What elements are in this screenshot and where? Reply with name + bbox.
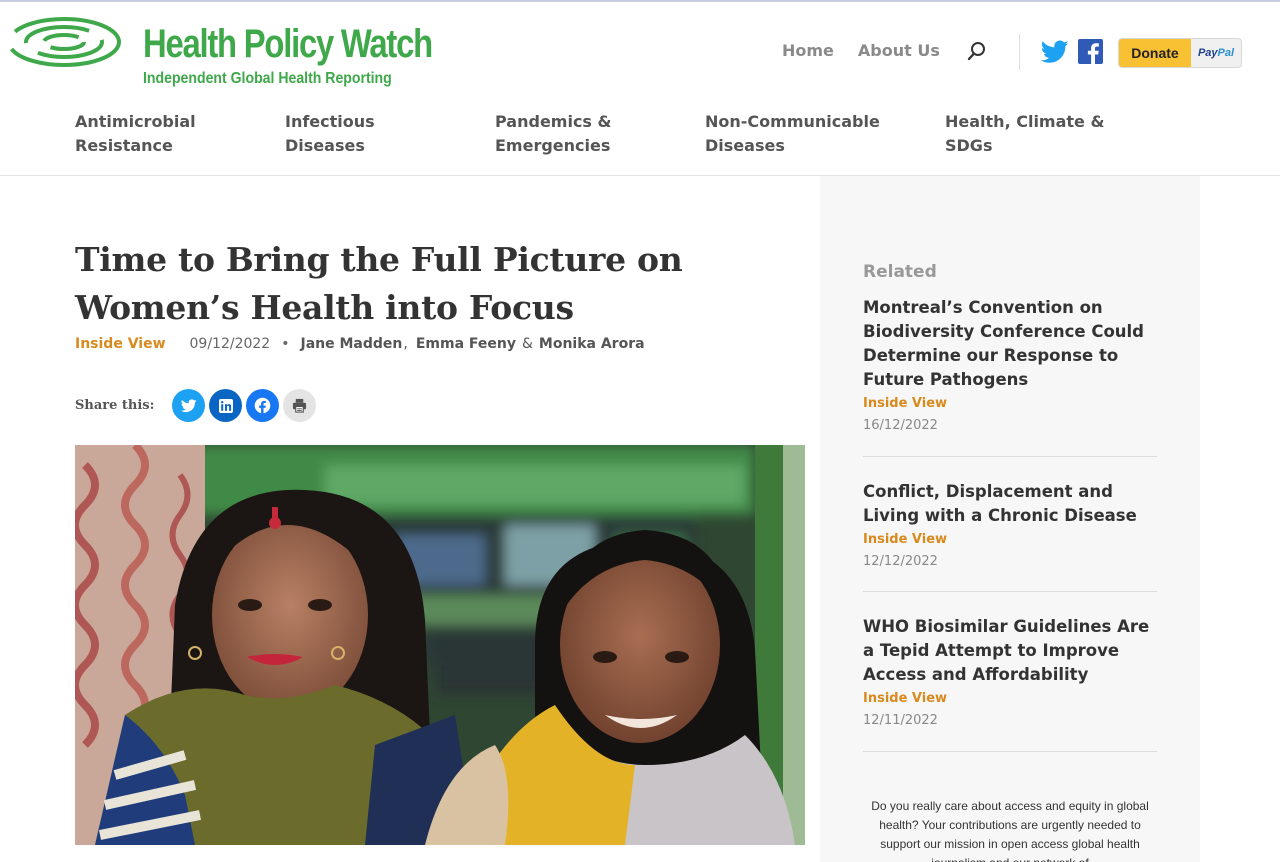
related-article-title-link[interactable]: Montreal’s Convention on Biodiversity Co…	[863, 296, 1157, 392]
article-date: 09/12/2022	[189, 336, 271, 352]
meta-separator-dot: •	[281, 336, 290, 352]
top-nav: Home About Us	[782, 40, 940, 62]
share-label: Share this:	[75, 398, 155, 413]
author-link[interactable]: Monika Arora	[539, 335, 645, 353]
category-health-climate-sdgs[interactable]: Health, Climate & SDGs	[945, 110, 1115, 158]
linkedin-icon	[218, 398, 233, 413]
facebook-icon[interactable]	[1078, 39, 1103, 64]
category-non-communicable-diseases[interactable]: Non-Communicable Diseases	[705, 110, 905, 158]
logo-icon[interactable]	[6, 14, 122, 70]
share-bar: Share this:	[75, 389, 320, 422]
nav-about-link[interactable]: About Us	[858, 40, 940, 62]
site-title[interactable]: Health Policy Watch	[143, 20, 433, 68]
share-linkedin-button[interactable]	[209, 389, 243, 422]
category-nav: Antimicrobial Resistance Infectious Dise…	[0, 110, 1280, 176]
facebook-icon	[255, 397, 271, 414]
donation-appeal-text: Do you really care about access and equi…	[871, 799, 1149, 862]
related-article: Montreal’s Convention on Biodiversity Co…	[863, 296, 1157, 435]
author-link[interactable]: Jane Madden	[300, 335, 402, 353]
related-article-date: 12/11/2022	[863, 713, 938, 728]
related-article-title-link[interactable]: Conflict, Displacement and Living with a…	[863, 480, 1157, 528]
author-separator: ,	[403, 336, 408, 352]
related-article-category-link[interactable]: Inside View	[863, 531, 1157, 549]
header-divider	[1019, 34, 1020, 70]
site-tagline: Independent Global Health Reporting	[143, 70, 392, 87]
donate-label: Donate	[1119, 39, 1191, 67]
related-article: Conflict, Displacement and Living with a…	[863, 480, 1157, 571]
related-article-date: 12/12/2022	[863, 554, 938, 569]
paypal-logo: Pay Pal	[1197, 47, 1235, 59]
search-icon[interactable]	[966, 40, 988, 62]
browser-top-line	[0, 0, 1280, 2]
share-twitter-button[interactable]	[172, 389, 206, 422]
share-facebook-button[interactable]	[246, 389, 280, 422]
related-article-title-link[interactable]: WHO Biosimilar Guidelines Are a Tepid At…	[863, 615, 1157, 687]
related-divider	[863, 751, 1157, 752]
author-separator: &	[521, 336, 533, 352]
related-article: WHO Biosimilar Guidelines Are a Tepid At…	[863, 615, 1157, 730]
donate-paypal-button[interactable]: Donate Pay Pal	[1118, 38, 1242, 68]
article-meta: Inside View 09/12/2022 • Jane Madden , E…	[75, 335, 645, 353]
twitter-icon[interactable]	[1041, 40, 1069, 64]
twitter-icon	[180, 398, 197, 412]
related-article-category-link[interactable]: Inside View	[863, 395, 1157, 413]
printer-icon	[293, 398, 307, 413]
related-article-date: 16/12/2022	[863, 418, 938, 433]
related-article-category-link[interactable]: Inside View	[863, 690, 1157, 708]
category-antimicrobial-resistance[interactable]: Antimicrobial Resistance	[75, 110, 275, 158]
author-link[interactable]: Emma Feeny	[416, 335, 516, 353]
article-category-link[interactable]: Inside View	[75, 335, 166, 353]
category-pandemics-emergencies[interactable]: Pandemics & Emergencies	[495, 110, 645, 158]
related-heading: Related	[863, 262, 937, 282]
related-divider	[863, 591, 1157, 592]
related-divider	[863, 456, 1157, 457]
article-title: Time to Bring the Full Picture on Women’…	[75, 240, 683, 327]
nav-home-link[interactable]: Home	[782, 40, 834, 62]
article-hero-image	[75, 445, 805, 845]
share-print-button[interactable]	[283, 389, 317, 422]
category-infectious-diseases[interactable]: Infectious Diseases	[285, 110, 435, 158]
